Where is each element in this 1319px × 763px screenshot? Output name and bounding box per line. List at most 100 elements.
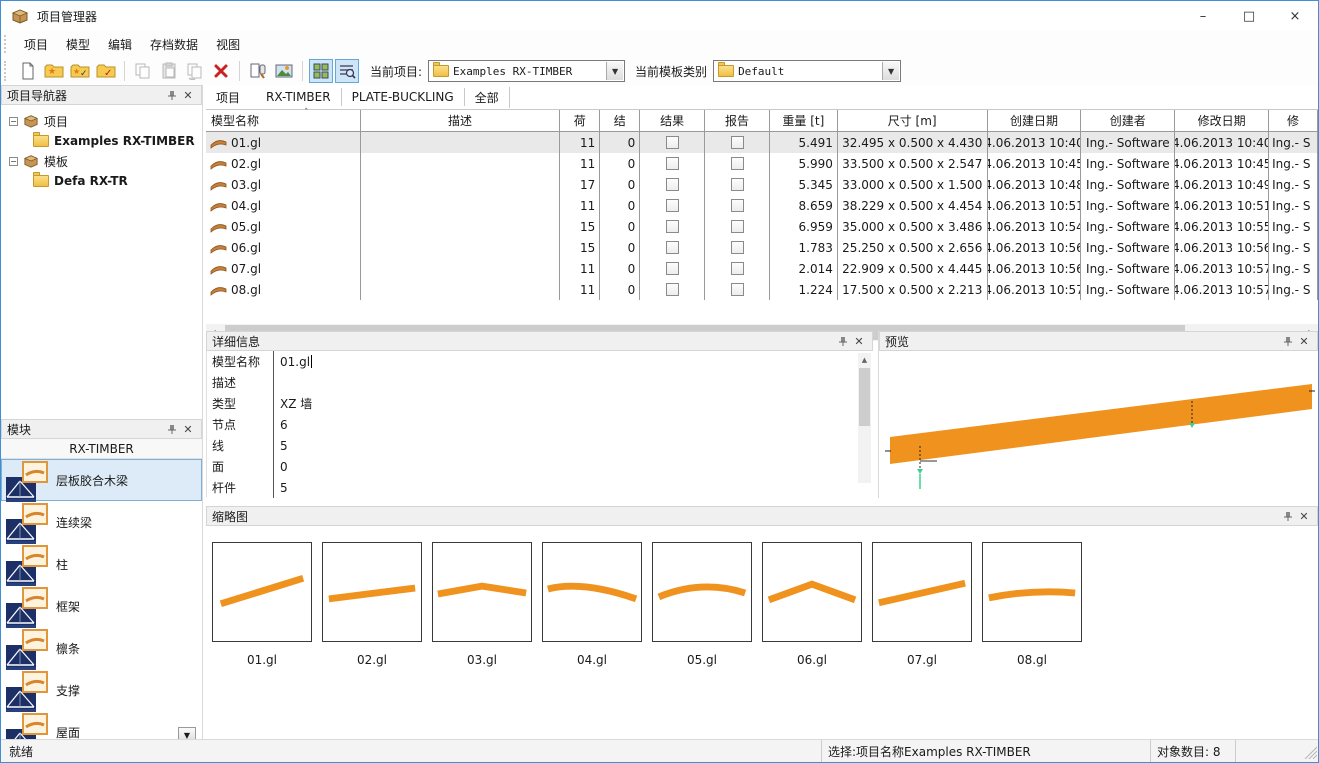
details-value[interactable]: 0	[280, 460, 288, 474]
current-project-combobox[interactable]: Examples RX-TIMBER ▼	[428, 60, 625, 82]
report-checkbox[interactable]	[731, 178, 744, 191]
properties-icon[interactable]	[246, 59, 270, 83]
delete-icon[interactable]	[209, 59, 233, 83]
details-value[interactable]: XZ 墙	[280, 395, 312, 412]
tab[interactable]: RX-TIMBER	[256, 88, 342, 106]
details-vertical-scrollbar[interactable]: ▲	[858, 353, 871, 483]
pin-icon[interactable]	[164, 421, 180, 437]
table-row[interactable]: 04.gl 11 0 8.659 38.229 x 0.500 x 4.454 …	[206, 195, 1318, 216]
close-icon[interactable]: ✕	[180, 421, 196, 437]
menu-item[interactable]: 存档数据	[141, 32, 207, 57]
module-item[interactable]: 柱	[1, 543, 202, 585]
chevron-down-icon[interactable]: ▼	[606, 62, 623, 80]
results-checkbox[interactable]	[666, 199, 679, 212]
results-checkbox[interactable]	[666, 178, 679, 191]
project-check-folder-icon[interactable]: ✓	[94, 59, 118, 83]
table-row[interactable]: 02.gl 11 0 5.990 33.500 x 0.500 x 2.547 …	[206, 153, 1318, 174]
pin-icon[interactable]	[835, 333, 851, 349]
report-checkbox[interactable]	[731, 136, 744, 149]
table-row[interactable]: 01.gl 11 0 5.491 32.495 x 0.500 x 4.430 …	[206, 132, 1318, 153]
thumbnail-item[interactable]: 04.gl	[542, 542, 642, 667]
scrollbar-thumb[interactable]	[859, 368, 870, 426]
col-combinations[interactable]: 结	[600, 110, 640, 131]
tree-node-projects[interactable]: − 项目	[9, 111, 202, 131]
col-desc[interactable]: 描述	[361, 110, 561, 131]
table-row[interactable]: 05.gl 15 0 6.959 35.000 x 0.500 x 3.486 …	[206, 216, 1318, 237]
pin-icon[interactable]	[164, 87, 180, 103]
chevron-down-icon[interactable]: ▼	[882, 62, 899, 80]
details-value[interactable]: 5	[280, 439, 288, 453]
col-results[interactable]: 结果	[640, 110, 705, 131]
modules-group-header[interactable]: RX-TIMBER	[1, 439, 202, 459]
toolbar-grip[interactable]	[4, 35, 7, 53]
menu-item[interactable]: 项目	[15, 32, 57, 57]
report-checkbox[interactable]	[731, 199, 744, 212]
tree-node-project-examples[interactable]: Examples RX-TIMBER	[33, 131, 202, 151]
table-row[interactable]: 08.gl 11 0 1.224 17.500 x 0.500 x 2.213 …	[206, 279, 1318, 300]
col-loadcases[interactable]: 荷	[560, 110, 600, 131]
table-row[interactable]: 06.gl 15 0 1.783 25.250 x 0.500 x 2.656 …	[206, 237, 1318, 258]
details-value[interactable]: 6	[280, 418, 288, 432]
tree-node-template-default[interactable]: Defa RX-TR	[33, 171, 202, 191]
results-checkbox[interactable]	[666, 220, 679, 233]
col-name[interactable]: 模型名称	[206, 110, 361, 131]
close-icon[interactable]: ✕	[180, 87, 196, 103]
scroll-up-icon[interactable]: ▲	[858, 353, 871, 367]
results-checkbox[interactable]	[666, 241, 679, 254]
module-item[interactable]: 框架	[1, 585, 202, 627]
toolbar-grip2[interactable]	[4, 61, 7, 81]
tree-node-templates[interactable]: − 模板	[9, 151, 202, 171]
paste-icon[interactable]	[157, 59, 181, 83]
close-button[interactable]: ×	[1272, 1, 1318, 31]
report-checkbox[interactable]	[731, 283, 744, 296]
template-category-combobox[interactable]: Default ▼	[713, 60, 901, 82]
menu-item[interactable]: 模型	[57, 32, 99, 57]
pin-icon[interactable]	[1280, 333, 1296, 349]
results-checkbox[interactable]	[666, 283, 679, 296]
thumbnail-view-toggle-icon[interactable]	[309, 59, 333, 83]
col-created[interactable]: 创建日期	[988, 110, 1082, 131]
report-checkbox[interactable]	[731, 220, 744, 233]
report-checkbox[interactable]	[731, 241, 744, 254]
minimize-button[interactable]: –	[1180, 1, 1226, 31]
menu-item[interactable]: 编辑	[99, 32, 141, 57]
close-icon[interactable]: ✕	[1296, 333, 1312, 349]
thumbnail-item[interactable]: 01.gl	[212, 542, 312, 667]
maximize-button[interactable]: □	[1226, 1, 1272, 31]
archive-image-icon[interactable]	[272, 59, 296, 83]
col-modified[interactable]: 修改日期	[1175, 110, 1269, 131]
col-dimensions[interactable]: 尺寸 [m]	[838, 110, 988, 131]
thumbnail-item[interactable]: 02.gl	[322, 542, 422, 667]
detail-search-view-toggle-icon[interactable]	[335, 59, 359, 83]
copy-icon[interactable]	[131, 59, 155, 83]
resize-grip[interactable]	[1301, 743, 1317, 759]
new-project-folder-icon[interactable]: ★	[42, 59, 66, 83]
tab[interactable]: PLATE-BUCKLING	[342, 88, 465, 106]
details-value[interactable]: 5	[280, 481, 288, 495]
details-value[interactable]: 01.gl	[280, 355, 310, 369]
thumbnail-item[interactable]: 03.gl	[432, 542, 532, 667]
module-item[interactable]: 檩条	[1, 627, 202, 669]
results-checkbox[interactable]	[666, 262, 679, 275]
close-icon[interactable]: ✕	[851, 333, 867, 349]
collapse-icon[interactable]: −	[9, 157, 18, 166]
copy-model-icon[interactable]	[183, 59, 207, 83]
tab[interactable]: 全部	[465, 87, 510, 108]
col-report[interactable]: 报告	[705, 110, 770, 131]
col-weight[interactable]: 重量 [t]	[770, 110, 838, 131]
new-document-icon[interactable]	[16, 59, 40, 83]
tab[interactable]: 项目	[206, 87, 250, 108]
module-item[interactable]: 支撑	[1, 669, 202, 711]
collapse-icon[interactable]: −	[9, 117, 18, 126]
table-row[interactable]: 03.gl 17 0 5.345 33.000 x 0.500 x 1.500 …	[206, 174, 1318, 195]
results-checkbox[interactable]	[666, 136, 679, 149]
module-item[interactable]: 连续梁	[1, 501, 202, 543]
table-row[interactable]: 07.gl 11 0 2.014 22.909 x 0.500 x 4.445 …	[206, 258, 1318, 279]
report-checkbox[interactable]	[731, 262, 744, 275]
thumbnail-item[interactable]: 06.gl	[762, 542, 862, 667]
col-creator[interactable]: 创建者	[1081, 110, 1175, 131]
module-item[interactable]: 层板胶合木梁	[1, 459, 202, 501]
close-icon[interactable]: ✕	[1296, 508, 1312, 524]
open-project-folder-icon[interactable]: ★✓	[68, 59, 92, 83]
menu-item[interactable]: 视图	[207, 32, 249, 57]
